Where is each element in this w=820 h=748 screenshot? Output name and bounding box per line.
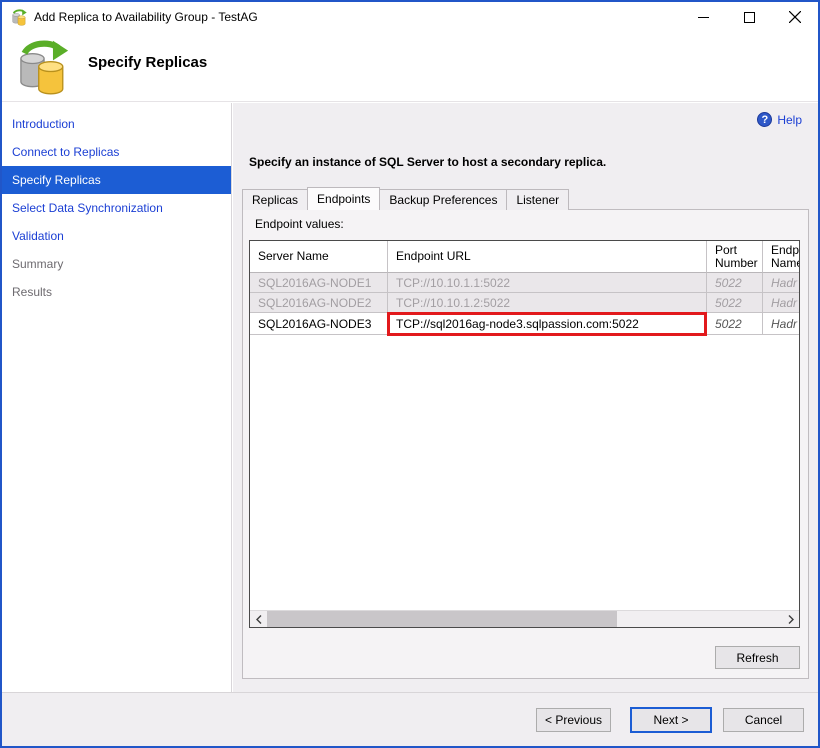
- column-header-port-number: Port Number: [707, 241, 763, 273]
- sidebar-item-select-data-synchronization[interactable]: Select Data Synchronization: [2, 194, 231, 222]
- server-name-cell: SQL2016AG-NODE2: [250, 293, 388, 313]
- table-row-node1: SQL2016AG-NODE1 TCP://10.10.1.1:5022 502…: [250, 273, 799, 293]
- port-number-cell: 5022: [707, 273, 763, 293]
- scroll-right-button[interactable]: [782, 611, 799, 627]
- endpoint-name-cell: Hadr: [763, 293, 799, 313]
- page-title: Specify Replicas: [88, 54, 208, 71]
- endpoints-table: Server Name Endpoint URL Port Number End…: [249, 240, 800, 628]
- column-header-server-name: Server Name: [250, 241, 388, 273]
- title-bar: Add Replica to Availability Group - Test…: [2, 2, 818, 32]
- wizard-footer: < Previous Next > Cancel: [2, 692, 818, 746]
- wizard-header: Specify Replicas: [2, 32, 818, 102]
- sidebar-item-summary: Summary: [12, 257, 64, 271]
- tab-endpoints[interactable]: Endpoints: [307, 187, 381, 210]
- horizontal-scrollbar[interactable]: [250, 610, 799, 627]
- wizard-body: Introduction Connect to Replicas Specify…: [2, 103, 818, 692]
- close-icon: [789, 11, 801, 23]
- scrollbar-thumb[interactable]: [267, 611, 617, 627]
- sidebar-item-introduction[interactable]: Introduction: [2, 110, 231, 138]
- previous-button[interactable]: < Previous: [536, 708, 611, 732]
- column-header-endpoint-name: Endpoint Name: [763, 241, 799, 273]
- table-row-node2: SQL2016AG-NODE2 TCP://10.10.1.2:5022 502…: [250, 293, 799, 313]
- window-controls: [680, 2, 818, 32]
- tab-backup-preferences[interactable]: Backup Preferences: [379, 189, 508, 210]
- endpoint-values-label: Endpoint values:: [255, 217, 344, 231]
- tab-replicas[interactable]: Replicas: [242, 189, 309, 210]
- endpoint-url-cell[interactable]: TCP://sql2016ag-node3.sqlpassion.com:502…: [387, 312, 707, 336]
- close-button[interactable]: [772, 2, 818, 32]
- tab-strip: Replicas Endpoints Backup Preferences Li…: [242, 187, 570, 210]
- sidebar-item-validation[interactable]: Validation: [2, 222, 231, 250]
- scrollbar-track[interactable]: [267, 611, 782, 627]
- tab-listener[interactable]: Listener: [506, 189, 570, 210]
- wizard-content: Help Specify an instance of SQL Server t…: [233, 103, 818, 692]
- chevron-left-icon: [255, 614, 261, 624]
- wizard-steps-sidebar: Introduction Connect to Replicas Specify…: [2, 103, 232, 692]
- port-number-cell: 5022: [707, 313, 763, 335]
- chevron-right-icon: [788, 614, 794, 624]
- wizard-window: Add Replica to Availability Group - Test…: [0, 0, 820, 748]
- next-button[interactable]: Next >: [630, 707, 712, 733]
- minimize-icon: [697, 16, 709, 18]
- help-question-icon: [757, 112, 773, 127]
- app-database-replica-icon: [11, 8, 27, 26]
- database-replica-icon: [12, 39, 69, 96]
- sidebar-item-results: Results: [12, 285, 53, 299]
- minimize-button[interactable]: [680, 2, 726, 32]
- port-number-cell: 5022: [707, 293, 763, 313]
- maximize-button[interactable]: [726, 2, 772, 32]
- help-link[interactable]: Help: [757, 112, 802, 127]
- endpoint-url-cell: TCP://10.10.1.1:5022: [388, 273, 707, 293]
- endpoint-url-value: TCP://sql2016ag-node3.sqlpassion.com:502…: [396, 316, 639, 331]
- server-name-cell: SQL2016AG-NODE3: [250, 313, 388, 335]
- endpoint-name-cell: Hadr: [763, 313, 799, 335]
- refresh-button[interactable]: Refresh: [715, 646, 800, 669]
- endpoint-url-cell: TCP://10.10.1.2:5022: [388, 293, 707, 313]
- window-title: Add Replica to Availability Group - Test…: [34, 10, 258, 24]
- scroll-left-button[interactable]: [250, 611, 267, 627]
- help-label: Help: [777, 112, 802, 127]
- endpoints-tab-panel: Endpoint values: Server Name Endpoint UR…: [242, 209, 809, 679]
- table-header-row: Server Name Endpoint URL Port Number End…: [250, 241, 799, 273]
- endpoint-name-cell: Hadr: [763, 273, 799, 293]
- sidebar-item-specify-replicas[interactable]: Specify Replicas: [2, 166, 231, 194]
- sidebar-item-connect-to-replicas[interactable]: Connect to Replicas: [2, 138, 231, 166]
- server-name-cell: SQL2016AG-NODE1: [250, 273, 388, 293]
- instruction-text: Specify an instance of SQL Server to hos…: [249, 155, 607, 169]
- maximize-icon: [743, 11, 755, 23]
- column-header-endpoint-url: Endpoint URL: [388, 241, 707, 273]
- table-row-node3[interactable]: SQL2016AG-NODE3 TCP://sql2016ag-node3.sq…: [250, 312, 799, 336]
- cancel-button[interactable]: Cancel: [723, 708, 804, 732]
